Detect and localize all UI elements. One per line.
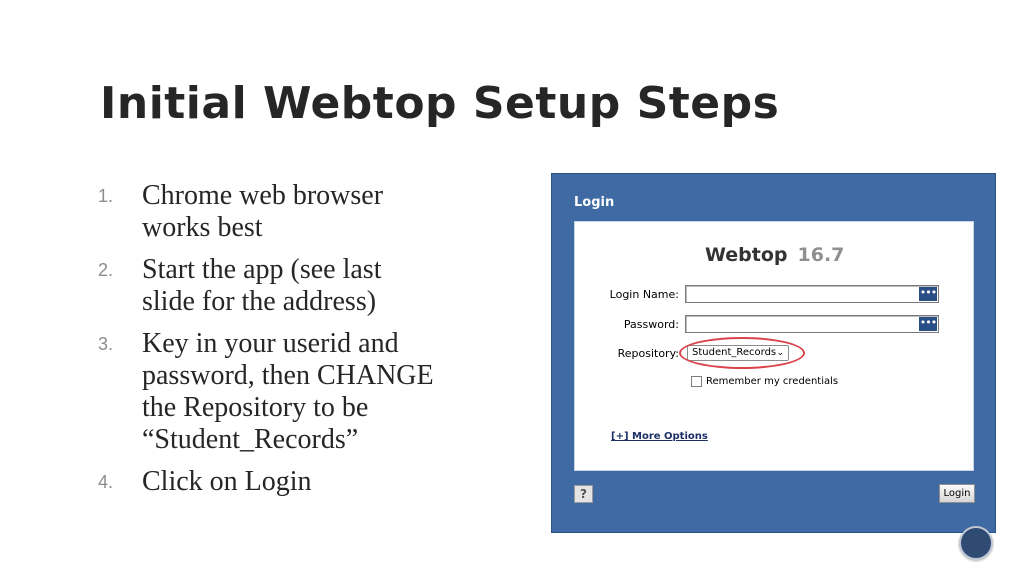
step-item: 1. Chrome web browser works best [98,180,528,244]
step-number: 1. [98,186,114,206]
remember-credentials-checkbox[interactable] [691,376,702,387]
step-item: 2. Start the app (see last slide for the… [98,254,528,318]
step-number: 2. [98,260,114,280]
login-panel: Webtop 16.7 Login Name: ••• Password: •••… [574,221,974,471]
step-text-line: the Repository to be [142,392,369,423]
login-header: Login [574,195,615,210]
step-item: 3. Key in your userid and password, then… [98,328,528,456]
login-name-input[interactable]: ••• [685,285,939,303]
step-text-line: slide for the address) [142,286,377,317]
password-options-button[interactable]: ••• [919,317,937,331]
step-number: 3. [98,334,114,354]
login-name-label: Login Name: [609,288,679,301]
help-button[interactable]: ? [574,485,593,503]
step-text-line: Chrome web browser [142,180,384,211]
product-version: 16.7 [797,244,845,266]
step-item: 4. Click on Login [98,466,528,498]
product-title: Webtop 16.7 [705,244,844,266]
remember-credentials-label: Remember my credentials [706,376,839,387]
password-input[interactable]: ••• [685,315,939,333]
login-button[interactable]: Login [939,484,975,503]
login-name-options-button[interactable]: ••• [919,287,937,301]
login-window-screenshot: Login Webtop 16.7 Login Name: ••• Passwor… [551,173,996,533]
step-text-line: password, then CHANGE [142,360,434,391]
slide-number-badge [959,526,993,560]
more-options-link[interactable]: [+] More Options [611,431,708,442]
step-text-line: works best [142,212,263,243]
product-name: Webtop [705,244,788,266]
step-text-line: “Student_Records” [142,424,359,455]
step-text-line: Start the app (see last [142,254,382,285]
step-number: 4. [98,472,114,492]
repository-highlight-ellipse [679,337,805,369]
password-label: Password: [623,318,679,331]
slide-title: Initial Webtop Setup Steps [100,78,780,129]
repository-label: Repository: [617,347,679,360]
steps-list: 1. Chrome web browser works best 2. Star… [98,180,528,508]
step-text-line: Key in your userid and [142,328,399,359]
step-text-line: Click on Login [142,466,312,497]
